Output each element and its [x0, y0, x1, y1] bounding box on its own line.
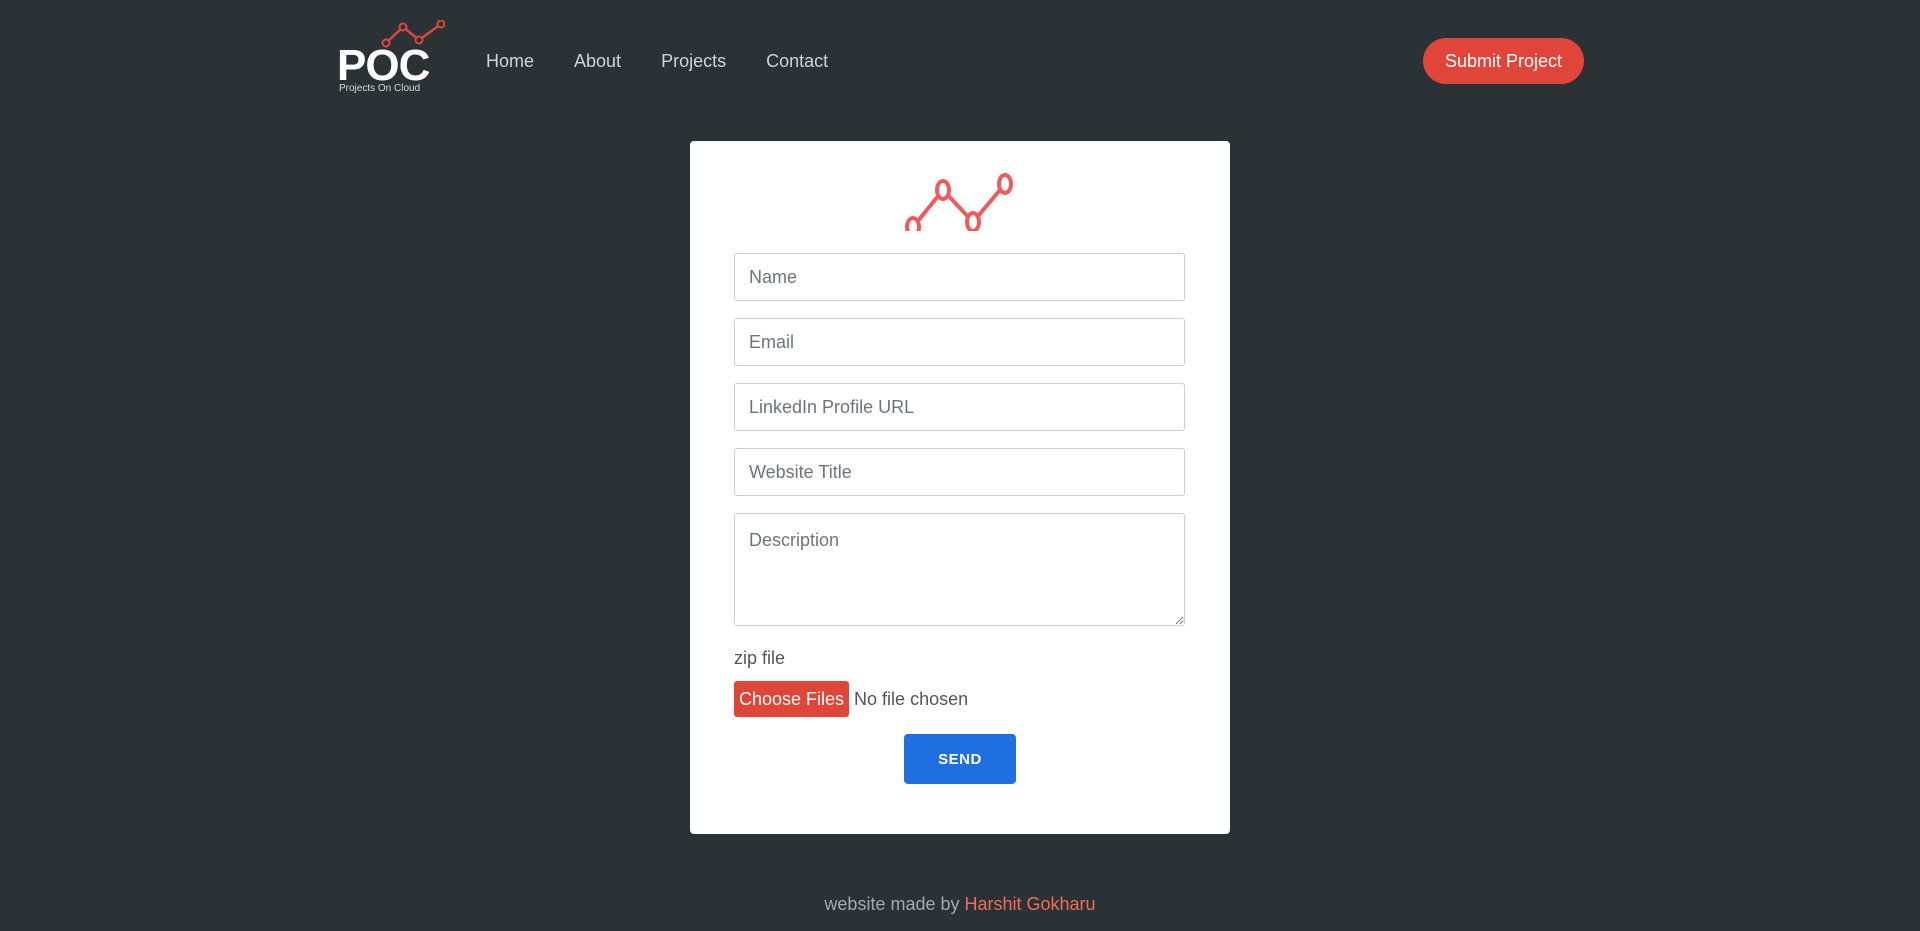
send-button[interactable]: SEND	[904, 734, 1016, 784]
zip-file-label: zip file	[734, 648, 786, 668]
footer-credit-text: website made by	[824, 894, 965, 914]
file-status-text: No file chosen	[854, 688, 969, 709]
description-textarea[interactable]	[734, 513, 1185, 626]
submit-project-button[interactable]: Submit Project	[1423, 38, 1584, 84]
main-nav: Home About Projects Contact	[486, 48, 868, 74]
author-link[interactable]: Harshit Gokharu	[965, 894, 1096, 914]
file-upload-row: Choose Files No file chosen	[734, 681, 968, 717]
nav-contact[interactable]: Contact	[766, 48, 828, 74]
name-input[interactable]	[734, 253, 1185, 301]
email-input[interactable]	[734, 318, 1185, 366]
submit-form-card: zip file Choose Files No file chosen SEN…	[690, 141, 1230, 834]
site-footer: website made by Harshit Gokharu	[0, 894, 1920, 915]
logo-tagline: Projects On Cloud	[339, 83, 421, 94]
nav-home[interactable]: Home	[486, 48, 534, 74]
linkedin-url-input[interactable]	[734, 383, 1185, 431]
logo-text: POC	[337, 41, 430, 90]
website-title-input[interactable]	[734, 448, 1185, 496]
nav-projects[interactable]: Projects	[661, 48, 726, 74]
nav-about[interactable]: About	[574, 48, 621, 74]
line-chart-icon	[905, 173, 1013, 231]
site-header: POC Projects On Cloud Home About Project…	[0, 0, 1920, 120]
choose-files-button[interactable]: Choose Files	[734, 681, 850, 717]
poc-logo[interactable]: POC Projects On Cloud	[337, 20, 449, 98]
